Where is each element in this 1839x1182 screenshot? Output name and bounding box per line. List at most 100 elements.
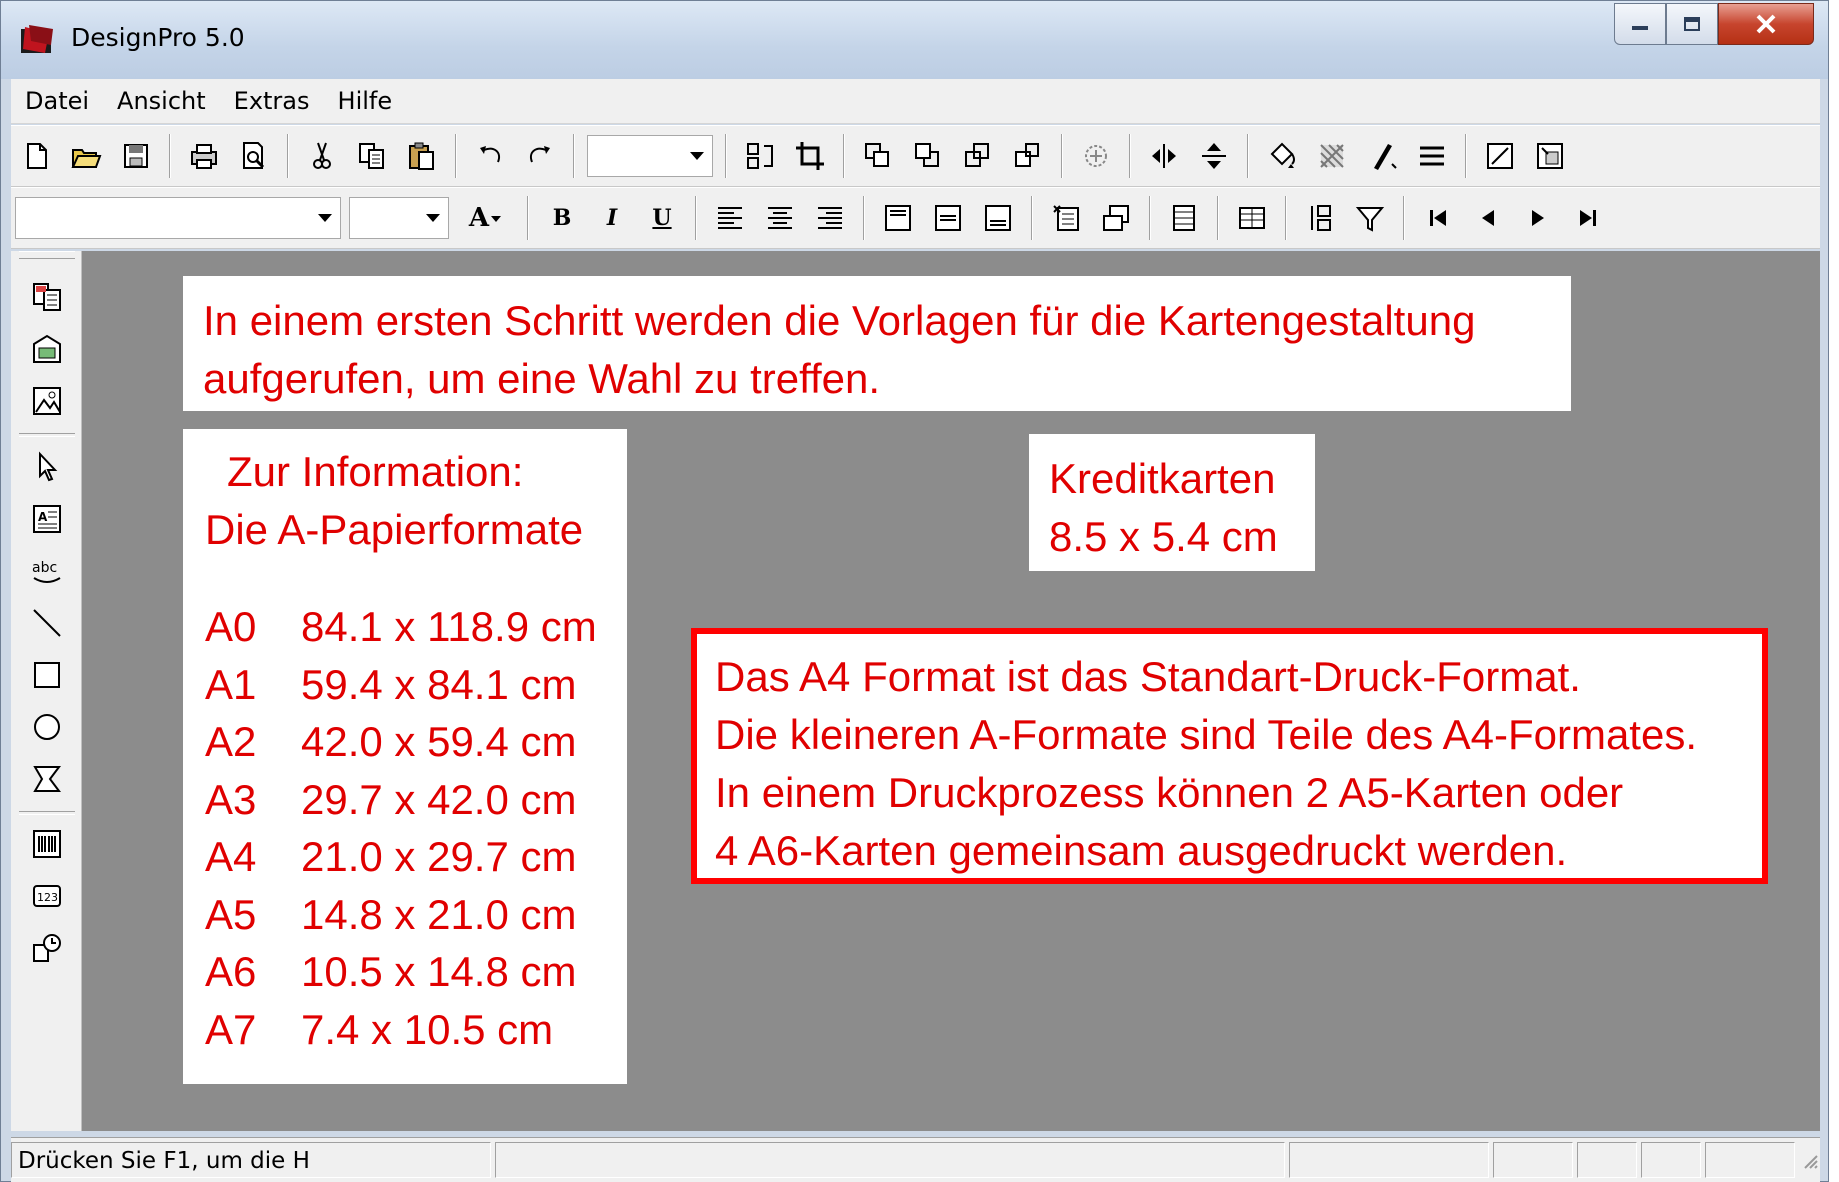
window-title: DesignPro 5.0 xyxy=(71,23,245,52)
line-color-icon[interactable] xyxy=(1360,134,1404,178)
open-icon[interactable] xyxy=(64,134,108,178)
zoom-combo[interactable] xyxy=(587,135,713,177)
toolbar-separator xyxy=(1247,134,1249,178)
polygon-icon[interactable] xyxy=(29,761,65,797)
rotate-icon[interactable] xyxy=(1074,134,1118,178)
valign-bottom-icon[interactable] xyxy=(976,196,1020,240)
italic-button[interactable]: I xyxy=(590,196,634,240)
insert-field-icon[interactable] xyxy=(1044,196,1088,240)
print-preview-icon[interactable] xyxy=(232,134,276,178)
status-pane xyxy=(1641,1142,1701,1178)
align-right-icon[interactable] xyxy=(808,196,852,240)
underline-button[interactable]: U xyxy=(640,196,684,240)
templates-icon[interactable] xyxy=(29,279,65,315)
menu-hilfe[interactable]: Hilfe xyxy=(324,79,407,123)
close-icon xyxy=(1756,14,1776,34)
status-pane xyxy=(1289,1142,1489,1178)
layout-icon[interactable] xyxy=(29,331,65,367)
valign-top-icon[interactable] xyxy=(876,196,920,240)
database-icon[interactable] xyxy=(1162,196,1206,240)
menu-datei[interactable]: Datei xyxy=(11,79,103,123)
paste-icon[interactable] xyxy=(400,134,444,178)
new-icon[interactable] xyxy=(14,134,58,178)
fit-icon[interactable] xyxy=(1528,134,1572,178)
number-field-icon[interactable]: 123 xyxy=(29,878,65,914)
font-combo[interactable] xyxy=(15,197,341,239)
rectangle-icon[interactable] xyxy=(29,657,65,693)
resize-icon[interactable] xyxy=(1478,134,1522,178)
font-color-button[interactable]: A xyxy=(456,196,516,240)
valign-middle-icon[interactable] xyxy=(926,196,970,240)
toolbar-separator xyxy=(695,196,697,240)
copy-icon[interactable] xyxy=(350,134,394,178)
align-center-icon[interactable] xyxy=(758,196,802,240)
barcode-icon[interactable] xyxy=(29,826,65,862)
credit-card-note: Kreditkarten 8.5 x 5.4 cm xyxy=(1029,434,1315,571)
fill-color-icon[interactable] xyxy=(1260,134,1304,178)
font-size-combo[interactable] xyxy=(349,197,449,239)
pointer-icon[interactable] xyxy=(29,449,65,485)
bold-button[interactable]: B xyxy=(540,196,584,240)
previous-record-icon[interactable] xyxy=(1466,196,1510,240)
a4-format-note: Das A4 Format ist das Standart-Druck-For… xyxy=(691,628,1768,884)
first-record-icon[interactable] xyxy=(1416,196,1460,240)
format-size: 10.5 x 14.8 cm xyxy=(301,948,577,995)
a4-line: In einem Druckprozess können 2 A5-Karten… xyxy=(715,769,1624,816)
menu-ansicht[interactable]: Ansicht xyxy=(103,79,220,123)
status-bar: Drücken Sie F1, um die H xyxy=(11,1137,1820,1182)
ellipse-icon[interactable] xyxy=(29,709,65,745)
merge-icon[interactable] xyxy=(1094,196,1138,240)
toolbar-separator xyxy=(1465,134,1467,178)
cut-icon[interactable] xyxy=(300,134,344,178)
ungroup-icon[interactable] xyxy=(1006,134,1050,178)
send-back-icon[interactable] xyxy=(906,134,950,178)
save-icon[interactable] xyxy=(114,134,158,178)
flip-horizontal-icon[interactable] xyxy=(1142,134,1186,178)
image-icon[interactable] xyxy=(29,383,65,419)
undo-icon[interactable] xyxy=(468,134,512,178)
underline-label: U xyxy=(652,205,672,231)
group-icon[interactable] xyxy=(956,134,1000,178)
align-left-icon[interactable] xyxy=(708,196,752,240)
status-pane xyxy=(1577,1142,1637,1178)
next-record-icon[interactable] xyxy=(1516,196,1560,240)
format-row: A1 59.4 x 84.1 cm xyxy=(205,656,605,714)
format-code: A7 xyxy=(205,1005,257,1053)
format-row: A5 14.8 x 21.0 cm xyxy=(205,886,605,944)
bold-label: B xyxy=(552,205,572,231)
maximize-button[interactable] xyxy=(1666,3,1718,45)
format-code: A1 xyxy=(205,660,257,708)
menu-extras[interactable]: Extras xyxy=(220,79,324,123)
pattern-icon[interactable] xyxy=(1310,134,1354,178)
resize-grip-icon[interactable] xyxy=(1799,1150,1819,1170)
filter-icon[interactable] xyxy=(1348,196,1392,240)
line-style-icon[interactable] xyxy=(1410,134,1454,178)
toolbar-separator xyxy=(1031,196,1033,240)
flip-vertical-icon[interactable] xyxy=(1192,134,1236,178)
line-icon[interactable] xyxy=(29,605,65,641)
info-subtitle: Die A-Papierformate xyxy=(205,505,584,553)
chevron-down-icon xyxy=(690,152,704,160)
print-icon[interactable] xyxy=(182,134,226,178)
toolbar-separator xyxy=(455,134,457,178)
last-record-icon[interactable] xyxy=(1566,196,1610,240)
crop-icon[interactable] xyxy=(788,134,832,178)
slide-edge xyxy=(1829,0,1839,1182)
sequence-icon[interactable] xyxy=(29,930,65,966)
text-box-icon[interactable]: A xyxy=(29,501,65,537)
bring-front-icon[interactable] xyxy=(856,134,900,178)
close-button[interactable] xyxy=(1718,3,1814,45)
redo-icon[interactable] xyxy=(518,134,562,178)
layer-order-icon[interactable] xyxy=(738,134,782,178)
toolbar-separator xyxy=(573,134,575,178)
sort-icon[interactable] xyxy=(1298,196,1342,240)
a4-line: Das A4 Format ist das Standart-Druck-For… xyxy=(715,653,1581,700)
table-icon[interactable] xyxy=(1230,196,1274,240)
toolbar-separator xyxy=(1061,134,1063,178)
toolbar-separator xyxy=(725,134,727,178)
palette-grip[interactable] xyxy=(19,251,75,259)
minimize-button[interactable] xyxy=(1614,3,1666,45)
text-spell-icon[interactable]: abc xyxy=(29,553,65,589)
credit-size: 8.5 x 5.4 cm xyxy=(1049,513,1278,560)
